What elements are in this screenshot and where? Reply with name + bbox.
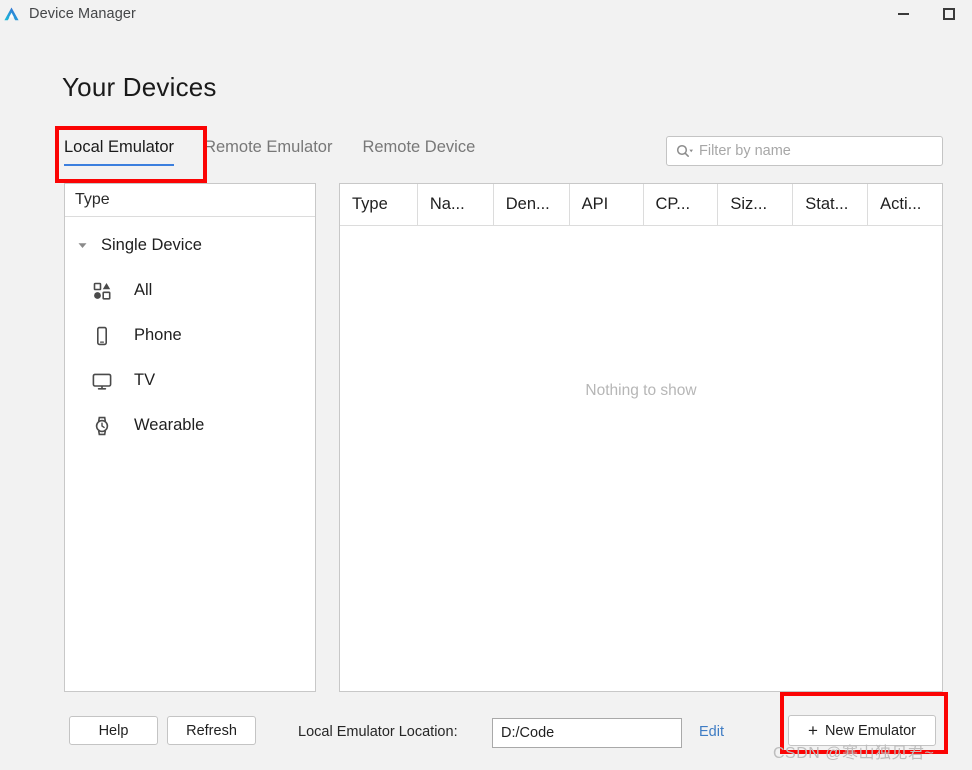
- tree-item-tv[interactable]: TV: [65, 358, 315, 403]
- watch-icon: [91, 415, 121, 437]
- window-title: Device Manager: [29, 6, 136, 22]
- tab-local-emulator[interactable]: Local Emulator: [64, 138, 175, 166]
- tree-item-wearable[interactable]: Wearable: [65, 403, 315, 448]
- tree-body: Single Device All Phone TV Wearable: [65, 217, 315, 448]
- tree-item-label: Wearable: [134, 416, 205, 434]
- minimize-icon: [897, 13, 909, 15]
- table-header-row: Type Na... Den... API CP... Siz... Stat.…: [340, 184, 942, 226]
- filter-field-wrapper[interactable]: [666, 136, 943, 166]
- tab-remote-device[interactable]: Remote Device: [362, 138, 475, 166]
- column-header-type[interactable]: Type: [340, 184, 418, 225]
- tab-remote-emulator[interactable]: Remote Emulator: [204, 138, 332, 166]
- tree-node-single-device[interactable]: Single Device: [65, 223, 315, 268]
- phone-icon: [91, 325, 121, 347]
- refresh-button[interactable]: Refresh: [167, 716, 256, 745]
- help-button[interactable]: Help: [69, 716, 158, 745]
- tree-column-header: Type: [65, 184, 315, 217]
- tab-strip: Local Emulator Remote Emulator Remote De…: [64, 138, 505, 166]
- search-icon[interactable]: [675, 143, 695, 159]
- location-label: Local Emulator Location:: [298, 724, 458, 740]
- tv-icon: [91, 370, 121, 392]
- plus-icon: +: [808, 721, 818, 740]
- tree-node-label: Single Device: [101, 236, 202, 254]
- column-header-cpu[interactable]: CP...: [644, 184, 719, 225]
- search-input[interactable]: [699, 143, 934, 159]
- column-header-size[interactable]: Siz...: [718, 184, 794, 225]
- device-table-panel: Type Na... Den... API CP... Siz... Stat.…: [339, 183, 943, 692]
- table-body: Nothing to show: [340, 226, 942, 691]
- chevron-down-icon[interactable]: [73, 240, 91, 251]
- android-studio-logo-icon: [4, 7, 19, 20]
- edit-link[interactable]: Edit: [699, 724, 724, 740]
- tree-item-label: TV: [134, 371, 156, 389]
- column-header-status[interactable]: Stat...: [793, 184, 869, 225]
- minimize-button[interactable]: [880, 0, 926, 28]
- title-bar: Device Manager: [0, 0, 972, 28]
- tree-item-phone[interactable]: Phone: [65, 313, 315, 358]
- column-header-api[interactable]: API: [570, 184, 644, 225]
- column-header-actions[interactable]: Acti...: [868, 184, 942, 225]
- tree-item-all[interactable]: All: [65, 268, 315, 313]
- column-header-name[interactable]: Na...: [418, 184, 494, 225]
- column-header-density[interactable]: Den...: [494, 184, 570, 225]
- all-devices-icon: [91, 280, 121, 302]
- tree-item-label: Phone: [134, 326, 182, 344]
- maximize-icon: [943, 8, 955, 20]
- new-emulator-label: New Emulator: [824, 722, 916, 739]
- window-controls: [880, 0, 972, 28]
- location-input[interactable]: [492, 718, 682, 748]
- page-title: Your Devices: [62, 72, 217, 102]
- tree-item-label: All: [134, 281, 153, 299]
- maximize-button[interactable]: [926, 0, 972, 28]
- device-type-tree-panel: Type Single Device All Phone TV Wearable: [64, 183, 316, 692]
- empty-state-message: Nothing to show: [585, 382, 697, 399]
- watermark: CSDN @寒山独见君~: [773, 745, 935, 762]
